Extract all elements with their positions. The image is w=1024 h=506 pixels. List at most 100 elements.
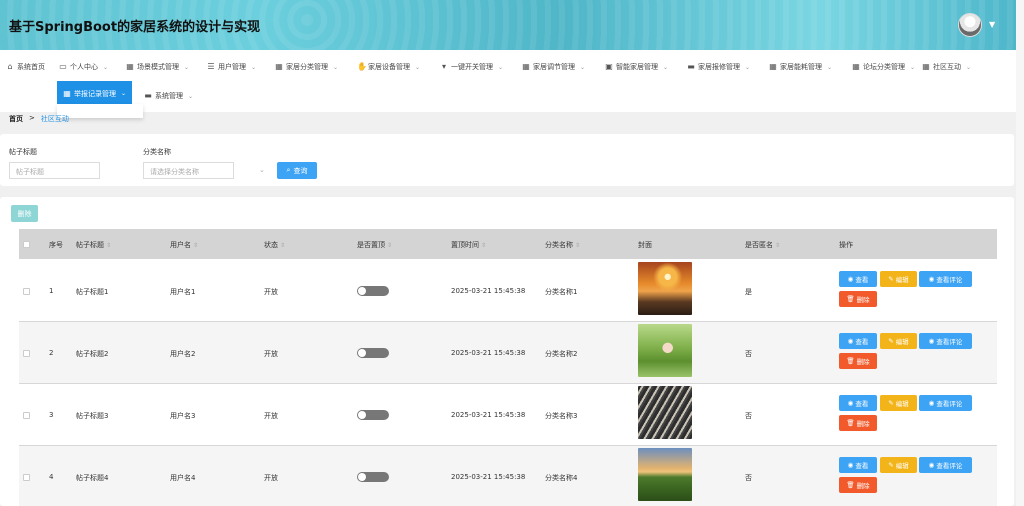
delete-button[interactable]: 🗑 删除: [839, 477, 877, 493]
row-pin-time: 2025-03-21 15:45:38: [451, 287, 526, 295]
nav-item-report-records[interactable]: ▦ 举报记录管理 ⌄: [57, 81, 133, 106]
title-search-input[interactable]: 帖子标题: [9, 162, 100, 179]
nav-label: 系统管理: [155, 92, 183, 100]
row-anonymous: 否: [745, 412, 752, 420]
user-avatar[interactable]: [958, 13, 982, 37]
view-button[interactable]: ◉ 查看: [839, 395, 877, 411]
header-title[interactable]: 帖子标题 ⇕: [76, 240, 111, 250]
header-pinned[interactable]: 是否置顶 ⇕: [357, 240, 392, 250]
nav-item-community[interactable]: ▦ 社区互动 ⌄: [922, 59, 971, 75]
view-button[interactable]: ◉ 查看: [839, 271, 877, 287]
trash-icon: 🗑: [846, 419, 855, 427]
row-checkbox[interactable]: [23, 474, 30, 481]
view-comments-button[interactable]: ◉ 查看评论: [919, 271, 972, 287]
header-title-label: 帖子标题: [76, 241, 104, 249]
row-username: 用户名3: [170, 412, 196, 420]
row-anonymous: 是: [745, 288, 752, 296]
view-button-label: 查看: [855, 338, 869, 346]
row-title: 帖子标题1: [76, 288, 109, 296]
row-checkbox[interactable]: [23, 350, 30, 357]
edit-button[interactable]: ✎ 编辑: [880, 457, 917, 473]
edit-icon: ✎: [888, 275, 894, 283]
grid-icon: ▦: [769, 62, 777, 71]
row-anonymous: 否: [745, 350, 752, 358]
edit-button[interactable]: ✎ 编辑: [880, 271, 917, 287]
pinned-toggle[interactable]: [357, 348, 389, 358]
sort-icon: ⇕: [193, 242, 199, 249]
nav-item-one-key-switch[interactable]: ▾ 一键开关管理 ⌄: [440, 59, 503, 75]
nav-item-forum-category[interactable]: ▦ 论坛分类管理 ⌄: [852, 59, 915, 75]
header-anonymous[interactable]: 是否匿名 ⇕: [745, 240, 780, 250]
header-category[interactable]: 分类名称 ⇕: [545, 240, 580, 250]
edit-button[interactable]: ✎ 编辑: [880, 333, 917, 349]
pinned-toggle[interactable]: [357, 472, 389, 482]
delete-button[interactable]: 🗑 删除: [839, 415, 877, 431]
nav-label: 家居设备管理: [368, 63, 410, 71]
delete-button[interactable]: 🗑 删除: [839, 291, 877, 307]
nav-label: 家居调节管理: [533, 63, 575, 71]
chevron-down-icon: ⌄: [415, 63, 421, 71]
nav-item-home-device[interactable]: ✋ 家居设备管理 ⌄: [357, 59, 420, 75]
chevron-down-icon: ⌄: [251, 63, 257, 71]
delete-button[interactable]: 🗑 删除: [839, 353, 877, 369]
nav-item-home-category[interactable]: ▦ 家居分类管理 ⌄: [275, 59, 338, 75]
sort-icon: ⇕: [481, 242, 487, 249]
row-checkbox[interactable]: [23, 412, 30, 419]
nav-item-system-management[interactable]: ▬ 系统管理 ⌄: [144, 88, 193, 104]
nav-label: 场景模式管理: [137, 63, 179, 71]
header-pin-time[interactable]: 置顶时间 ⇕: [451, 240, 486, 250]
row-index: 1: [49, 287, 54, 295]
page-scrollbar[interactable]: [1016, 0, 1024, 506]
batch-delete-button[interactable]: 删除: [11, 205, 38, 222]
nav-item-smart-home[interactable]: ▣ 智能家居管理 ⌄: [605, 59, 668, 75]
nav-item-home-energy[interactable]: ▦ 家居能耗管理 ⌄: [769, 59, 832, 75]
view-button-label: 查看: [855, 462, 869, 470]
header-pin-time-label: 置顶时间: [451, 241, 479, 249]
sort-icon: ⇕: [387, 242, 393, 249]
view-button[interactable]: ◉ 查看: [839, 333, 877, 349]
row-index: 4: [49, 473, 54, 481]
row-checkbox[interactable]: [23, 288, 30, 295]
pinned-toggle[interactable]: [357, 286, 389, 296]
grid-icon: ▦: [275, 62, 283, 71]
chat-icon: ▬: [687, 62, 695, 71]
sort-icon: ⇕: [280, 242, 286, 249]
nav-item-scene-mode[interactable]: ▦ 场景模式管理 ⌄: [126, 59, 189, 75]
avatar-caret-icon[interactable]: ▼: [989, 20, 995, 29]
edit-button[interactable]: ✎ 编辑: [880, 395, 917, 411]
view-comments-button[interactable]: ◉ 查看评论: [919, 333, 972, 349]
trash-icon: 🗑: [846, 357, 855, 365]
header-anonymous-label: 是否匿名: [745, 241, 773, 249]
nav-item-user-management[interactable]: ☰ 用户管理 ⌄: [207, 59, 256, 75]
chevron-down-icon: ⌄: [103, 63, 109, 71]
nav-item-personal-center[interactable]: ▭ 个人中心 ⌄: [59, 59, 108, 75]
row-username: 用户名1: [170, 288, 196, 296]
nav-item-home[interactable]: ⌂ 系统首页: [6, 59, 45, 75]
row-title: 帖子标题3: [76, 412, 109, 420]
category-field-label: 分类名称: [143, 148, 171, 156]
header-status[interactable]: 状态 ⇕: [264, 240, 285, 250]
nav-item-home-adjust[interactable]: ▦ 家居调节管理 ⌄: [522, 59, 585, 75]
eye-icon: ◉: [928, 461, 935, 469]
nav-label: 家居报修管理: [698, 63, 740, 71]
row-index: 2: [49, 349, 54, 357]
row-status: 开放: [264, 474, 278, 482]
nav-item-home-repair[interactable]: ▬ 家居报修管理 ⌄: [687, 59, 750, 75]
select-all-checkbox[interactable]: [23, 241, 30, 248]
query-button[interactable]: ⌕ 查询: [277, 162, 317, 179]
breadcrumb-home[interactable]: 首页: [9, 114, 23, 124]
eye-icon: ◉: [928, 337, 935, 345]
nav-label: 举报记录管理: [74, 89, 116, 98]
header-username[interactable]: 用户名 ⇕: [170, 240, 198, 250]
breadcrumb-current[interactable]: 社区互动: [41, 114, 69, 124]
cover-image: [638, 386, 692, 439]
chevron-down-icon[interactable]: ⌄: [259, 166, 265, 174]
row-status: 开放: [264, 412, 278, 420]
header-index: 序号: [49, 241, 63, 249]
view-comments-button[interactable]: ◉ 查看评论: [919, 395, 972, 411]
view-button[interactable]: ◉ 查看: [839, 457, 877, 473]
view-comments-button[interactable]: ◉ 查看评论: [919, 457, 972, 473]
pinned-toggle[interactable]: [357, 410, 389, 420]
breadcrumb-separator: >: [29, 114, 35, 122]
category-select[interactable]: 请选择分类名称: [143, 162, 234, 179]
